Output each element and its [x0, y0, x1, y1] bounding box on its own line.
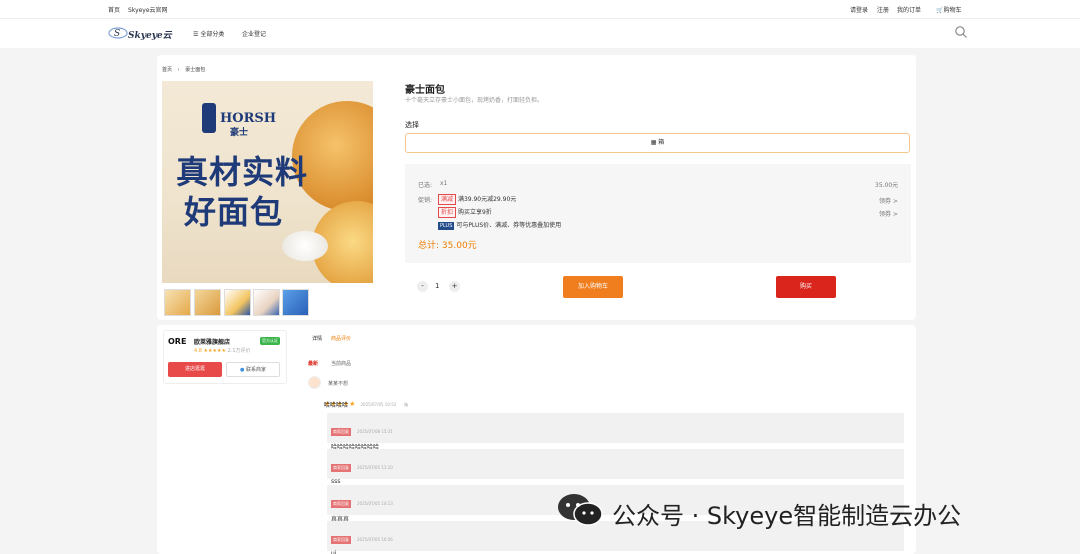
qty-value[interactable]: 1 — [435, 282, 439, 290]
product-title: 豪士面包 — [405, 85, 445, 96]
shop-logo: ORE — [168, 337, 187, 346]
option-button[interactable]: ▦ 箱 — [405, 133, 910, 153]
add-to-cart-button[interactable]: 加入购物车 — [563, 276, 623, 298]
promo-row-2: 折扣 购买立享9折 — [438, 207, 492, 218]
all-categories-menu[interactable]: ☰ 全部分类 — [193, 29, 224, 38]
product-main-image[interactable]: HORSH 豪士 真材实料 好面包 — [162, 81, 373, 283]
brand-text: HORSH — [220, 111, 277, 126]
promo-tag: 折扣 — [438, 207, 457, 218]
home-link[interactable]: 首页 — [108, 5, 120, 14]
qty-minus-button[interactable]: - — [417, 281, 428, 292]
enter-shop-button[interactable]: 进店逛逛 — [168, 362, 222, 377]
search-icon[interactable] — [954, 25, 968, 39]
merchant-reply: 商家回复 2025/07/05 11:10 sss — [327, 449, 904, 485]
select-label: 选择 — [405, 121, 419, 129]
thumbnail-3[interactable] — [224, 289, 251, 316]
coupon-link-1[interactable]: 领券 > — [879, 196, 898, 205]
orders-link[interactable]: 我的订单 — [897, 5, 921, 14]
enterprise-link[interactable]: 企业登记 — [242, 29, 266, 38]
shop-badge: 官方认证 — [260, 337, 280, 345]
review-filter-latest[interactable]: 最新 — [308, 360, 318, 367]
chat-icon: ● — [240, 367, 245, 373]
unit-price: 35.00元 — [875, 182, 899, 189]
nav-bar: S Skyeye云 ☰ 全部分类 企业登记 — [0, 18, 1080, 48]
tab-reviews[interactable]: 商品评价 — [331, 335, 351, 342]
promo-tag: 满减 — [438, 194, 457, 205]
wechat-icon — [558, 494, 603, 526]
contact-shop-button[interactable]: ● 联系商家 — [226, 362, 280, 377]
brand-cn-text: 豪士 — [230, 128, 249, 138]
svg-text:S: S — [114, 29, 120, 39]
menu-icon: ☰ — [193, 31, 199, 38]
plus-badge: PLUS — [438, 222, 455, 230]
top-bar: 首页 Skyeye云官网 请登录 注册 我的订单 🛒购物车 — [0, 0, 1080, 18]
buy-now-button[interactable]: 购买 — [776, 276, 836, 298]
merchant-reply: 商家回复 2025/07/08 15:31 哈哈哈哈哈哈哈哈 — [327, 413, 904, 451]
image-slogan-2: 好面包 — [184, 193, 284, 231]
cart-link[interactable]: 🛒购物车 — [936, 5, 962, 14]
coupon-link-2[interactable]: 领券 > — [879, 209, 898, 218]
shop-name[interactable]: 欧莱雅旗舰店 — [194, 337, 230, 346]
selected-label: 已选: — [418, 182, 433, 189]
thumbnail-2[interactable] — [194, 289, 221, 316]
breadcrumb: 首页 › 豪士面包 — [162, 67, 206, 73]
breadcrumb-current: 豪士面包 — [185, 67, 206, 73]
total-price: 总计: 35.00元 — [418, 241, 477, 251]
breadcrumb-home[interactable]: 首页 — [162, 67, 172, 73]
thumbnail-5[interactable] — [282, 289, 309, 316]
login-link[interactable]: 请登录 — [850, 5, 868, 14]
thumbnail-4[interactable] — [253, 289, 280, 316]
product-subtitle: 十个毫天立存豪士小面包，现烤奶香，打面轻负担。 — [405, 97, 544, 104]
review-text: 哈哈哈哈 — [324, 402, 349, 409]
promo-row-3: PLUS 可与PLUS价、满减、券等优惠叠加使用 — [438, 222, 562, 230]
review-filter-current[interactable]: 当前商品 — [331, 360, 351, 367]
promo-label: 促销: — [418, 197, 433, 204]
register-link[interactable]: 注册 — [877, 5, 889, 14]
tab-details[interactable]: 详情 — [312, 335, 322, 342]
logo-text: Skyeye云 — [128, 31, 172, 41]
selected-value: x1 — [440, 180, 448, 187]
promo-row-1: 满减 满39.90元减29.90元 — [438, 194, 516, 205]
thumbnail-1[interactable] — [164, 289, 191, 316]
reviewer-name: 某某不想 — [328, 381, 349, 387]
reviewer-avatar — [308, 376, 321, 389]
watermark-text: 公众号 · Skyeye智能制造云办公 — [612, 502, 962, 530]
site-link[interactable]: Skyeye云官网 — [128, 5, 168, 14]
qty-plus-button[interactable]: + — [449, 281, 460, 292]
star-icon: ★★★★★ — [203, 348, 226, 354]
box-icon: ▦ — [650, 139, 657, 146]
shop-rating: 4.8 ★★★★★ 2.1万评价 — [194, 348, 251, 354]
